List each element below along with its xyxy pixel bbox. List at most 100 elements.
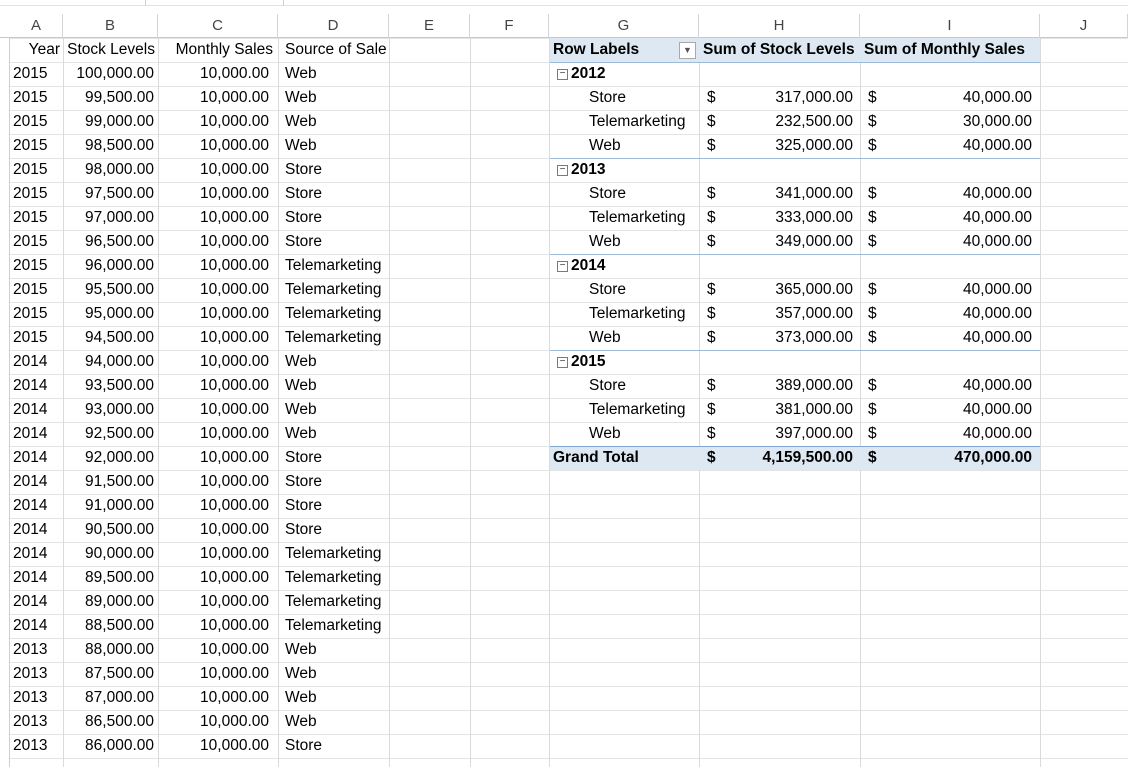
column-header-g[interactable]: G bbox=[549, 14, 699, 38]
pivot-item-label[interactable]: Web bbox=[589, 422, 699, 446]
source-header-2[interactable]: Stock Levels bbox=[63, 38, 155, 62]
stock-level-cell[interactable]: 97,500.00 bbox=[63, 182, 154, 206]
monthly-sales-cell[interactable]: 10,000.00 bbox=[158, 662, 269, 686]
monthly-sales-cell[interactable]: 10,000.00 bbox=[158, 350, 269, 374]
pivot-year-label[interactable]: 2013 bbox=[571, 158, 631, 182]
stock-level-cell[interactable]: 95,000.00 bbox=[63, 302, 154, 326]
pivot-sales-value[interactable]: 40,000.00 bbox=[880, 86, 1032, 110]
source-header-1[interactable]: Year bbox=[12, 38, 60, 62]
source-header-3[interactable]: Monthly Sales bbox=[158, 38, 273, 62]
stock-level-cell[interactable]: 96,500.00 bbox=[63, 230, 154, 254]
source-of-sale-cell[interactable]: Store bbox=[285, 158, 435, 182]
stock-level-cell[interactable]: 100,000.00 bbox=[63, 62, 154, 86]
stock-level-cell[interactable]: 99,000.00 bbox=[63, 110, 154, 134]
column-header-f[interactable]: F bbox=[470, 14, 549, 38]
monthly-sales-cell[interactable]: 10,000.00 bbox=[158, 494, 269, 518]
source-of-sale-cell[interactable]: Web bbox=[285, 686, 435, 710]
pivot-item-label[interactable]: Store bbox=[589, 86, 699, 110]
year-cell[interactable]: 2014 bbox=[13, 422, 53, 446]
source-of-sale-cell[interactable]: Web bbox=[285, 110, 435, 134]
column-header-e[interactable]: E bbox=[389, 14, 470, 38]
stock-level-cell[interactable]: 90,500.00 bbox=[63, 518, 154, 542]
monthly-sales-cell[interactable]: 10,000.00 bbox=[158, 566, 269, 590]
grand-total-label[interactable]: Grand Total bbox=[553, 446, 693, 470]
source-of-sale-cell[interactable]: Telemarketing bbox=[285, 590, 435, 614]
monthly-sales-cell[interactable]: 10,000.00 bbox=[158, 110, 269, 134]
year-cell[interactable]: 2015 bbox=[13, 62, 53, 86]
monthly-sales-cell[interactable]: 10,000.00 bbox=[158, 710, 269, 734]
pivot-sales-value[interactable]: 40,000.00 bbox=[880, 374, 1032, 398]
pivot-sum-stock-header[interactable]: Sum of Stock Levels bbox=[703, 38, 863, 62]
year-cell[interactable]: 2014 bbox=[13, 470, 53, 494]
pivot-item-label[interactable]: Telemarketing bbox=[589, 398, 699, 422]
pivot-year-label[interactable]: 2015 bbox=[571, 350, 631, 374]
source-of-sale-cell[interactable]: Web bbox=[285, 350, 435, 374]
source-of-sale-cell[interactable]: Telemarketing bbox=[285, 326, 435, 350]
stock-level-cell[interactable]: 95,500.00 bbox=[63, 278, 154, 302]
year-cell[interactable]: 2015 bbox=[13, 110, 53, 134]
pivot-stock-value[interactable]: 341,000.00 bbox=[720, 182, 853, 206]
pivot-item-label[interactable]: Store bbox=[589, 278, 699, 302]
grand-total-stock[interactable]: 4,159,500.00 bbox=[720, 446, 853, 470]
stock-level-cell[interactable]: 90,000.00 bbox=[63, 542, 154, 566]
column-header-j[interactable]: J bbox=[1040, 14, 1128, 38]
pivot-sales-value[interactable]: 30,000.00 bbox=[880, 110, 1032, 134]
source-of-sale-cell[interactable]: Telemarketing bbox=[285, 566, 435, 590]
monthly-sales-cell[interactable]: 10,000.00 bbox=[158, 206, 269, 230]
source-of-sale-cell[interactable]: Web bbox=[285, 638, 435, 662]
stock-level-cell[interactable]: 98,000.00 bbox=[63, 158, 154, 182]
pivot-stock-value[interactable]: 349,000.00 bbox=[720, 230, 853, 254]
year-cell[interactable]: 2015 bbox=[13, 182, 53, 206]
stock-level-cell[interactable]: 91,000.00 bbox=[63, 494, 154, 518]
year-cell[interactable]: 2014 bbox=[13, 518, 53, 542]
year-cell[interactable]: 2014 bbox=[13, 542, 53, 566]
monthly-sales-cell[interactable]: 10,000.00 bbox=[158, 182, 269, 206]
source-of-sale-cell[interactable]: Telemarketing bbox=[285, 542, 435, 566]
source-of-sale-cell[interactable]: Store bbox=[285, 206, 435, 230]
stock-level-cell[interactable]: 98,500.00 bbox=[63, 134, 154, 158]
source-of-sale-cell[interactable]: Store bbox=[285, 734, 435, 758]
monthly-sales-cell[interactable]: 10,000.00 bbox=[158, 734, 269, 758]
source-of-sale-cell[interactable]: Web bbox=[285, 86, 435, 110]
pivot-stock-value[interactable]: 325,000.00 bbox=[720, 134, 853, 158]
source-of-sale-cell[interactable]: Telemarketing bbox=[285, 254, 435, 278]
source-of-sale-cell[interactable]: Telemarketing bbox=[285, 614, 435, 638]
year-cell[interactable]: 2013 bbox=[13, 638, 53, 662]
year-cell[interactable]: 2015 bbox=[13, 278, 53, 302]
pivot-sales-value[interactable]: 40,000.00 bbox=[880, 302, 1032, 326]
monthly-sales-cell[interactable]: 10,000.00 bbox=[158, 86, 269, 110]
monthly-sales-cell[interactable]: 10,000.00 bbox=[158, 614, 269, 638]
year-cell[interactable]: 2015 bbox=[13, 158, 53, 182]
monthly-sales-cell[interactable]: 10,000.00 bbox=[158, 374, 269, 398]
stock-level-cell[interactable]: 87,000.00 bbox=[63, 686, 154, 710]
stock-level-cell[interactable]: 93,000.00 bbox=[63, 398, 154, 422]
stock-level-cell[interactable]: 88,000.00 bbox=[63, 638, 154, 662]
stock-level-cell[interactable]: 89,500.00 bbox=[63, 566, 154, 590]
year-cell[interactable]: 2014 bbox=[13, 350, 53, 374]
year-cell[interactable]: 2015 bbox=[13, 326, 53, 350]
year-cell[interactable]: 2014 bbox=[13, 374, 53, 398]
pivot-stock-value[interactable]: 333,000.00 bbox=[720, 206, 853, 230]
pivot-sales-value[interactable]: 40,000.00 bbox=[880, 326, 1032, 350]
year-cell[interactable]: 2015 bbox=[13, 230, 53, 254]
source-header-4[interactable]: Source of Sale bbox=[285, 38, 395, 62]
stock-level-cell[interactable]: 94,000.00 bbox=[63, 350, 154, 374]
stock-level-cell[interactable]: 93,500.00 bbox=[63, 374, 154, 398]
monthly-sales-cell[interactable]: 10,000.00 bbox=[158, 590, 269, 614]
row-header-edge[interactable] bbox=[0, 38, 10, 767]
pivot-stock-value[interactable]: 365,000.00 bbox=[720, 278, 853, 302]
year-cell[interactable]: 2014 bbox=[13, 494, 53, 518]
year-cell[interactable]: 2013 bbox=[13, 710, 53, 734]
pivot-sum-sales-header[interactable]: Sum of Monthly Sales bbox=[864, 38, 1034, 62]
year-cell[interactable]: 2013 bbox=[13, 662, 53, 686]
monthly-sales-cell[interactable]: 10,000.00 bbox=[158, 686, 269, 710]
column-header-a[interactable]: A bbox=[10, 14, 63, 38]
pivot-sales-value[interactable]: 40,000.00 bbox=[880, 230, 1032, 254]
source-of-sale-cell[interactable]: Web bbox=[285, 374, 435, 398]
monthly-sales-cell[interactable]: 10,000.00 bbox=[158, 422, 269, 446]
source-of-sale-cell[interactable]: Web bbox=[285, 134, 435, 158]
monthly-sales-cell[interactable]: 10,000.00 bbox=[158, 278, 269, 302]
stock-level-cell[interactable]: 88,500.00 bbox=[63, 614, 154, 638]
collapse-group-button[interactable]: − bbox=[557, 69, 568, 80]
monthly-sales-cell[interactable]: 10,000.00 bbox=[158, 470, 269, 494]
